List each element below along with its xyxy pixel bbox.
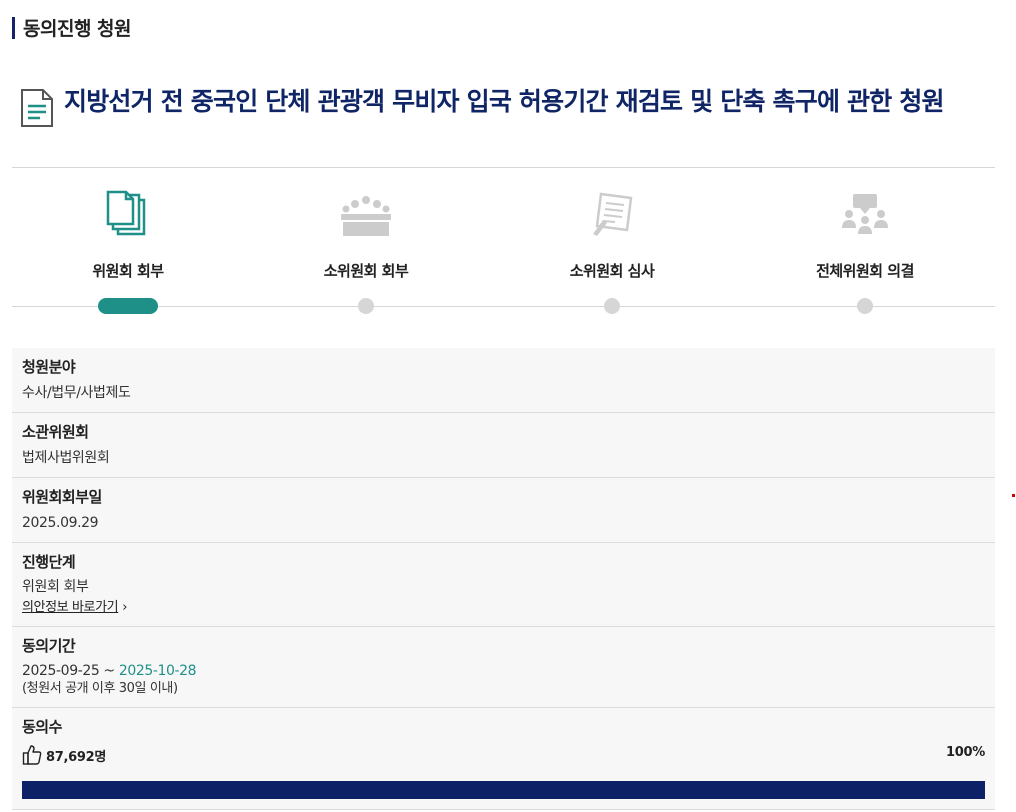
period-end: 2025-10-28 xyxy=(118,663,197,679)
step-subcommittee-review: 소위원회 심사 xyxy=(512,190,712,281)
presentation-icon xyxy=(842,194,888,234)
period-value: 2025-09-25 ~ 2025-10-28 xyxy=(22,662,985,680)
info-label: 동의수 xyxy=(22,718,62,736)
petition-info-table: 청원분야 수사/법무/사법제도 소관위원회 법제사법위원회 위원회회부일 202… xyxy=(12,348,995,810)
section-title: 동의진행 청원 xyxy=(23,18,132,40)
bill-info-link-label: 의안정보 바로가기 xyxy=(22,600,119,615)
info-value: 법제사법위원회 xyxy=(22,450,110,466)
info-label: 소관위원회 xyxy=(22,423,89,441)
info-row-field: 청원분야 수사/법무/사법제도 xyxy=(12,348,995,413)
step-label: 전체위원회 의결 xyxy=(816,262,914,280)
agree-percent: 100% xyxy=(946,745,985,760)
step-label: 위원회 회부 xyxy=(92,262,164,280)
step-label: 소위원회 심사 xyxy=(569,262,655,280)
info-row-committee: 소관위원회 법제사법위원회 xyxy=(12,413,995,478)
meeting-table-icon xyxy=(341,196,391,236)
stray-marker xyxy=(1012,494,1015,497)
chevron-right-icon: › xyxy=(122,600,128,615)
agree-count: 87,692명 xyxy=(46,749,107,765)
period-note: (청원서 공개 이후 30일 이내) xyxy=(22,681,178,696)
progress-steps: 위원회 회부 소위원회 회부 소위원회 심사 전체위원회 의결 xyxy=(12,190,995,320)
section-header: 동의진행 청원 xyxy=(12,14,132,41)
agree-progress-bar xyxy=(22,781,985,799)
info-label: 동의기간 xyxy=(22,637,76,655)
step-full-committee-vote: 전체위원회 의결 xyxy=(765,190,965,281)
info-label: 위원회회부일 xyxy=(22,488,102,506)
info-value: 수사/법무/사법제도 xyxy=(22,385,131,401)
info-row-stage: 진행단계 위원회 회부 의안정보 바로가기 › xyxy=(12,543,995,627)
info-label: 진행단계 xyxy=(22,553,76,571)
document-icon xyxy=(21,89,53,127)
info-value: 2025.09.29 xyxy=(22,515,99,531)
title-divider xyxy=(12,167,995,168)
bill-info-link[interactable]: 의안정보 바로가기 xyxy=(22,600,119,615)
info-label: 청원분야 xyxy=(22,358,76,376)
step-indicator xyxy=(358,298,374,314)
step-committee-referral: 위원회 회부 xyxy=(28,190,228,281)
step-indicator-active xyxy=(98,298,158,314)
step-subcommittee-referral: 소위원회 회부 xyxy=(266,190,466,281)
review-pen-icon xyxy=(593,192,633,236)
info-row-agree: 동의수 87,692명 100% xyxy=(12,708,995,810)
petition-title-block: 지방선거 전 중국인 단체 관광객 무비자 입국 허용기간 재검토 및 단축 촉… xyxy=(20,86,995,128)
period-start: 2025-09-25 xyxy=(22,663,100,679)
info-value: 위원회 회부 xyxy=(22,579,89,595)
petition-title: 지방선거 전 중국인 단체 관광객 무비자 입국 허용기간 재검토 및 단축 촉… xyxy=(64,87,945,116)
agree-progress-fill xyxy=(22,781,985,799)
info-row-referral-date: 위원회회부일 2025.09.29 xyxy=(12,478,995,543)
steps-track-line xyxy=(12,306,995,307)
info-row-period: 동의기간 2025-09-25 ~ 2025-10-28 (청원서 공개 이후 … xyxy=(12,627,995,708)
agree-count-line: 87,692명 100% xyxy=(22,743,985,767)
thumbs-up-icon xyxy=(22,745,42,765)
step-indicator xyxy=(857,298,873,314)
section-accent-bar xyxy=(12,16,15,39)
documents-icon xyxy=(106,190,146,236)
step-indicator xyxy=(604,298,620,314)
step-label: 소위원회 회부 xyxy=(323,262,409,280)
period-separator: ~ xyxy=(99,663,119,679)
